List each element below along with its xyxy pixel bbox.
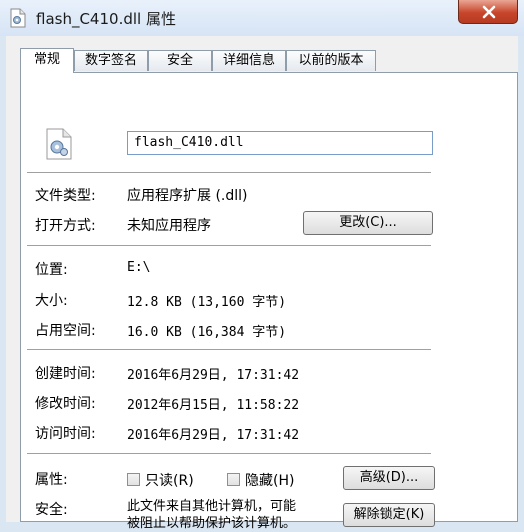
tab-security[interactable]: 安全 xyxy=(148,50,212,71)
accessed-value: 2016年6月29日, 17:31:42 xyxy=(127,428,300,443)
title-bar: flash_C410.dll 属性 xyxy=(0,0,524,36)
readonly-checkbox[interactable] xyxy=(127,473,140,486)
dll-file-icon xyxy=(45,128,73,160)
separator xyxy=(27,172,431,174)
dialog-body: 常规 数字签名 安全 详细信息 以前的版本 flash_C410.dll 文件类… xyxy=(6,36,518,531)
created-value: 2016年6月29日, 17:31:42 xyxy=(127,368,300,383)
open-with-label: 打开方式: xyxy=(35,218,96,234)
separator xyxy=(27,349,431,351)
size-on-disk-value: 16.0 KB (16,384 字节) xyxy=(127,325,287,340)
separator xyxy=(27,453,431,455)
tab-digital-signatures[interactable]: 数字签名 xyxy=(74,50,148,71)
modified-label: 修改时间: xyxy=(35,396,96,412)
size-value: 12.8 KB (13,160 字节) xyxy=(127,295,287,310)
general-panel: flash_C410.dll 文件类型: 应用程序扩展 (.dll) 打开方式:… xyxy=(20,72,518,531)
security-warning-line: 此文件来自其他计算机，可能 xyxy=(127,499,297,514)
security-label: 安全: xyxy=(35,502,68,518)
location-value: E:\ xyxy=(127,260,151,275)
file-type-label: 文件类型: xyxy=(35,188,96,204)
security-warning: 此文件来自其他计算机，可能 被阻止以帮助保护该计算机。 xyxy=(127,498,296,532)
tab-general[interactable]: 常规 xyxy=(20,48,74,73)
size-on-disk-label: 占用空间: xyxy=(35,323,96,339)
readonly-label[interactable]: 只读(R) xyxy=(145,470,194,490)
security-warning-line: 被阻止以帮助保护该计算机。 xyxy=(127,516,297,531)
file-type-value: 应用程序扩展 (.dll) xyxy=(127,188,248,204)
size-label: 大小: xyxy=(35,293,68,309)
close-button[interactable] xyxy=(458,0,518,24)
tab-previous-versions[interactable]: 以前的版本 xyxy=(286,50,376,71)
accessed-label: 访问时间: xyxy=(35,426,96,442)
tab-details[interactable]: 详细信息 xyxy=(212,50,286,71)
open-with-value: 未知应用程序 xyxy=(127,218,211,234)
separator xyxy=(27,245,431,247)
modified-value: 2012年6月15日, 11:58:22 xyxy=(127,398,300,413)
filename-field[interactable]: flash_C410.dll xyxy=(127,131,433,155)
hidden-checkbox[interactable] xyxy=(227,473,240,486)
location-label: 位置: xyxy=(35,262,68,278)
close-icon xyxy=(482,5,496,19)
window-title: flash_C410.dll 属性 xyxy=(36,10,176,28)
created-label: 创建时间: xyxy=(35,366,96,382)
unblock-button[interactable]: 解除锁定(K) xyxy=(343,503,435,527)
dll-file-icon xyxy=(8,8,28,28)
advanced-button[interactable]: 高级(D)... xyxy=(343,466,435,490)
change-button[interactable]: 更改(C)... xyxy=(303,211,433,235)
hidden-label[interactable]: 隐藏(H) xyxy=(245,470,294,490)
attributes-label: 属性: xyxy=(35,472,68,488)
